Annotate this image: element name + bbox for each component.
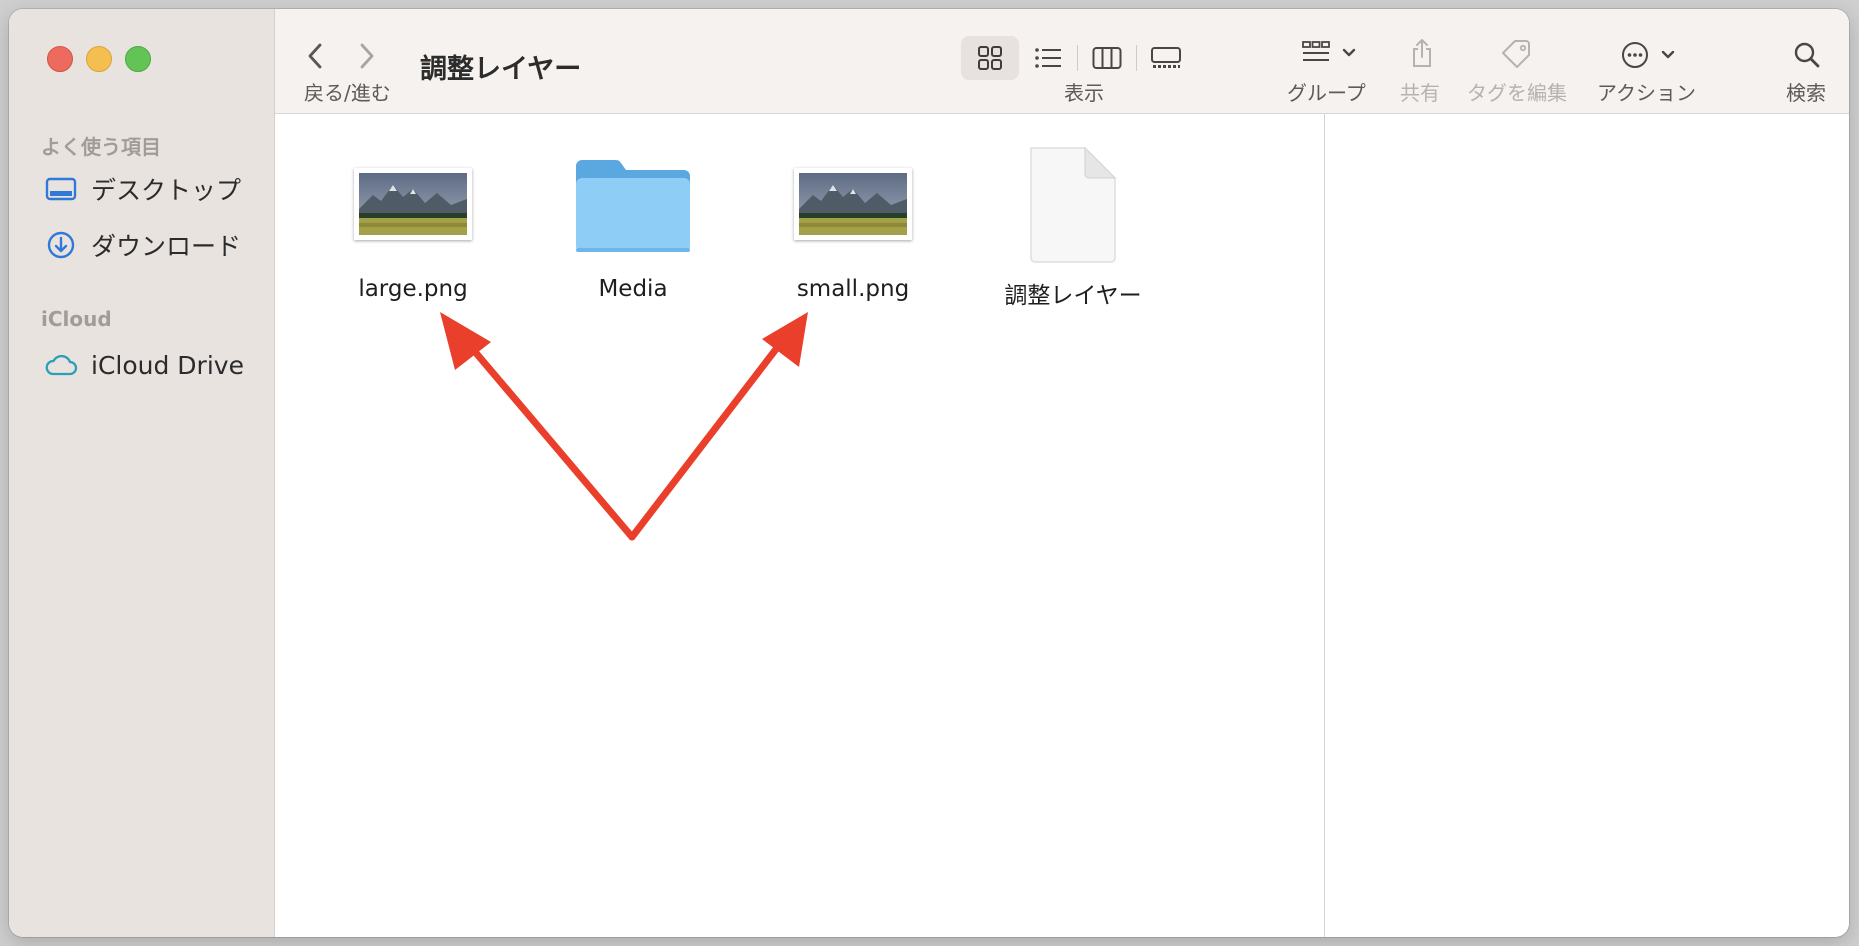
- close-window-button[interactable]: [47, 46, 73, 72]
- file-browser: large.png Media small.png 調整レイヤー: [275, 114, 1324, 937]
- view-label: 表示: [1064, 81, 1104, 105]
- group-label: グループ: [1287, 81, 1366, 105]
- back-button[interactable]: [305, 41, 327, 75]
- tags-button[interactable]: [1500, 39, 1534, 73]
- file-item-media-folder[interactable]: Media: [533, 144, 733, 302]
- action-label: アクション: [1597, 81, 1696, 105]
- zoom-window-button[interactable]: [125, 46, 151, 72]
- search-button[interactable]: [1793, 41, 1821, 73]
- file-name: large.png: [358, 276, 468, 302]
- sidebar-item-label: デスクトップ: [91, 176, 242, 205]
- share-button[interactable]: [1409, 37, 1435, 73]
- list-view-button[interactable]: [1019, 36, 1077, 80]
- file-item-small-png[interactable]: small.png: [753, 144, 953, 302]
- icloud-heading: iCloud: [41, 307, 112, 331]
- image-thumbnail: [794, 144, 912, 264]
- landscape-photo-icon: [354, 168, 472, 240]
- share-icon: [1413, 39, 1431, 67]
- tags-label: タグを編集: [1467, 81, 1567, 105]
- file-name: Media: [598, 276, 668, 302]
- sidebar-item-label: iCloud Drive: [91, 350, 244, 380]
- action-button[interactable]: [1620, 40, 1676, 70]
- list-icon: [1035, 48, 1061, 68]
- file-item-document[interactable]: 調整レイヤー: [973, 144, 1173, 310]
- search-label: 検索: [1786, 81, 1826, 105]
- desktop-icon: [43, 171, 79, 207]
- download-icon: [43, 227, 79, 263]
- columns-icon: [1092, 47, 1122, 69]
- sidebar-item-label: ダウンロード: [91, 232, 242, 261]
- chevron-down-icon: [1661, 50, 1675, 59]
- sidebar-item-icloud-drive[interactable]: iCloud Drive: [43, 345, 244, 385]
- image-thumbnail: [354, 144, 472, 264]
- nav-label: 戻る/進む: [304, 81, 391, 105]
- landscape-photo-icon: [794, 168, 912, 240]
- group-icon: [1302, 41, 1330, 61]
- window-title: 調整レイヤー: [420, 54, 582, 85]
- file-name: 調整レイヤー: [1004, 283, 1142, 309]
- chevron-right-icon: [360, 43, 374, 69]
- folder-icon: [572, 144, 694, 264]
- gallery-view-button[interactable]: [1137, 36, 1195, 80]
- favorites-heading: よく使う項目: [41, 135, 161, 159]
- view-selector[interactable]: [961, 36, 1195, 80]
- sidebar: よく使う項目 デスクトップ ダウンロード iCloud iCloud Drive: [9, 9, 275, 937]
- chevron-down-icon: [1342, 48, 1356, 57]
- grid-icon: [978, 46, 1002, 70]
- gallery-icon: [1151, 47, 1181, 68]
- icon-view-button[interactable]: [961, 36, 1019, 80]
- forward-button[interactable]: [355, 41, 377, 75]
- share-label: 共有: [1400, 81, 1440, 105]
- ellipsis-circle-icon: [1622, 42, 1648, 68]
- column-view-button[interactable]: [1078, 36, 1136, 80]
- sidebar-item-desktop[interactable]: デスクトップ: [43, 169, 241, 209]
- file-item-large-png[interactable]: large.png: [313, 144, 513, 302]
- finder-window: よく使う項目 デスクトップ ダウンロード iCloud iCloud Drive: [9, 9, 1849, 937]
- tag-icon: [1502, 40, 1530, 68]
- group-button[interactable]: [1301, 39, 1357, 67]
- sidebar-item-downloads[interactable]: ダウンロード: [43, 225, 241, 265]
- preview-pane: [1325, 114, 1849, 937]
- cloud-icon: [43, 347, 79, 383]
- minimize-window-button[interactable]: [86, 46, 112, 72]
- toolbar: 戻る/進む 調整レイヤー 表示 グループ 共有 タグを編集 アクション 検索: [275, 9, 1849, 114]
- file-name: small.png: [796, 276, 910, 302]
- search-icon: [1794, 42, 1820, 68]
- chevron-left-icon: [308, 43, 322, 69]
- document-icon: [1027, 144, 1119, 264]
